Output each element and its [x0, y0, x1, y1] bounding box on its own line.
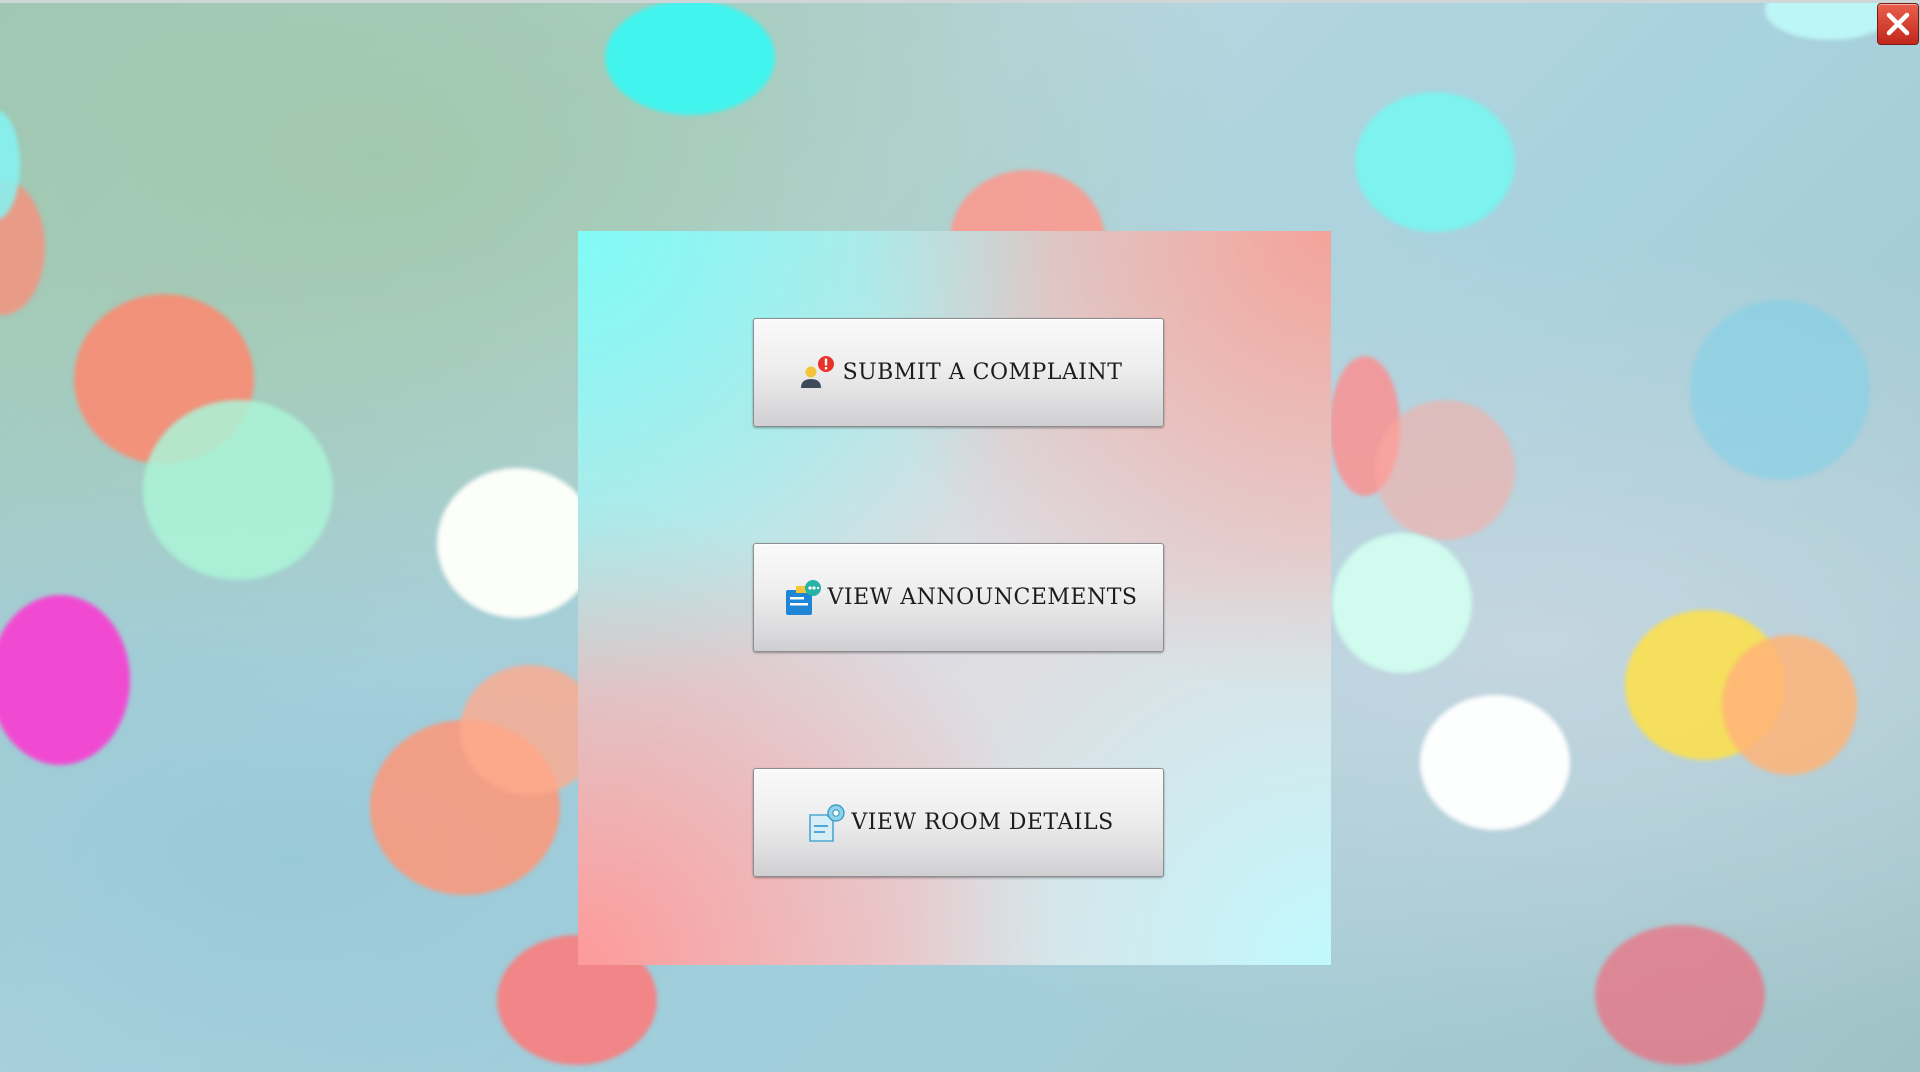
announcement-board-icon	[780, 576, 824, 620]
user-alert-icon	[795, 351, 839, 395]
room-details-document-icon	[803, 801, 847, 845]
bokeh-light	[1690, 300, 1870, 480]
bokeh-light	[1420, 695, 1570, 830]
bokeh-light	[1332, 533, 1472, 673]
bokeh-light	[1375, 400, 1515, 540]
submit-complaint-button[interactable]: SUBMIT A COMPLAINT	[753, 318, 1164, 427]
bokeh-light	[1722, 635, 1857, 775]
bokeh-light	[143, 400, 333, 580]
bokeh-light	[1765, 0, 1895, 40]
window-top-border	[0, 0, 1920, 3]
view-announcements-label: VIEW ANNOUNCEMENTS	[827, 585, 1138, 610]
bokeh-light	[605, 0, 775, 115]
bokeh-light	[0, 595, 130, 765]
main-menu-panel: SUBMIT A COMPLAINT VIEW ANNOUNCEMENTS VI…	[578, 231, 1331, 965]
close-x-icon	[1886, 12, 1910, 36]
view-room-details-label: VIEW ROOM DETAILS	[851, 810, 1114, 835]
submit-complaint-label: SUBMIT A COMPLAINT	[842, 360, 1123, 385]
close-button[interactable]	[1877, 3, 1919, 45]
view-announcements-button[interactable]: VIEW ANNOUNCEMENTS	[753, 543, 1164, 652]
view-room-details-button[interactable]: VIEW ROOM DETAILS	[753, 768, 1164, 877]
bokeh-light	[1355, 92, 1515, 232]
bokeh-light	[437, 468, 597, 618]
bokeh-light	[1595, 925, 1765, 1065]
